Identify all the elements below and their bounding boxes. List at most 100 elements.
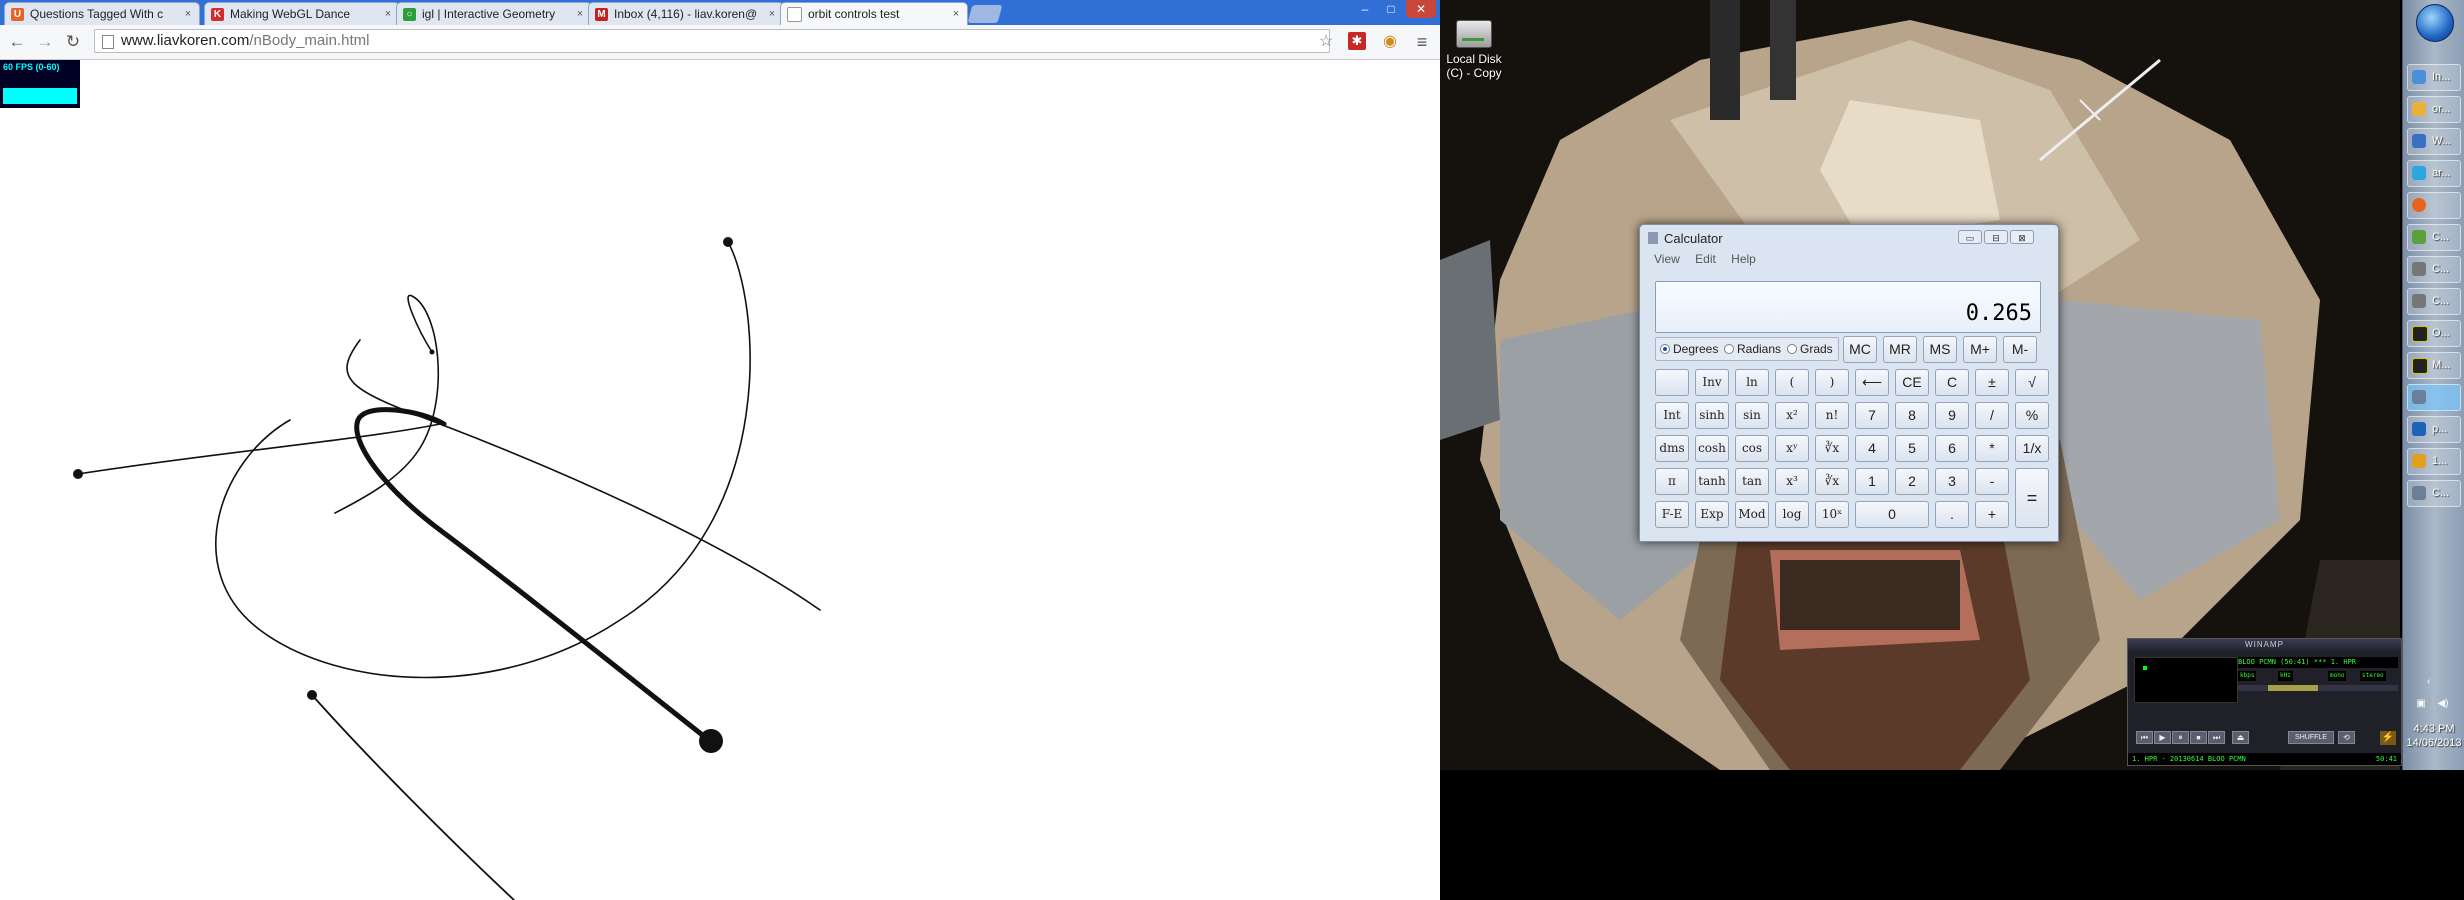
key-divide[interactable]: / (1975, 402, 2009, 429)
key-cube-root[interactable]: ∛x (1815, 468, 1849, 495)
clock[interactable]: 4:43 PM 14/06/2013 (2403, 722, 2464, 750)
close-window-button[interactable]: ✕ (1406, 0, 1436, 18)
taskbar-item[interactable]: or... (2407, 96, 2461, 123)
key-x-power-y[interactable]: xʸ (1775, 435, 1809, 462)
extension-red-icon[interactable]: ✱ (1348, 32, 1366, 50)
key-reciprocal[interactable]: 1/x (2015, 435, 2049, 462)
taskbar-item[interactable] (2407, 192, 2461, 219)
key-x-squared[interactable]: x² (1775, 402, 1809, 429)
key-exp[interactable]: Exp (1695, 501, 1729, 528)
taskbar-item[interactable]: 1... (2407, 448, 2461, 475)
next-track-button[interactable]: ⏭ (2208, 731, 2225, 744)
key-add[interactable]: + (1975, 501, 2009, 528)
tab-close-icon[interactable]: × (381, 8, 395, 20)
key-tanh[interactable]: tanh (1695, 468, 1729, 495)
play-button[interactable]: ▶ (2154, 731, 2171, 744)
calculator-close-button[interactable]: ⊠ (2010, 230, 2034, 244)
key-factorial[interactable]: n! (1815, 402, 1849, 429)
taskbar-item[interactable]: C... (2407, 256, 2461, 283)
calculator-minimize-button[interactable]: ▭ (1958, 230, 1982, 244)
key-mc[interactable]: MC (1843, 336, 1877, 363)
minimize-window-button[interactable]: – (1352, 0, 1378, 18)
key-1[interactable]: 1 (1855, 468, 1889, 495)
pause-button[interactable]: ⏸ (2172, 731, 2189, 744)
key-blank[interactable] (1655, 369, 1689, 396)
key-mr[interactable]: MR (1883, 336, 1917, 363)
calculator-title-bar[interactable]: Calculator (1648, 231, 1723, 246)
key-sin[interactable]: sin (1735, 402, 1769, 429)
calculator-maximize-button[interactable]: ⊟ (1984, 230, 2008, 244)
key-cosh[interactable]: cosh (1695, 435, 1729, 462)
key-ms[interactable]: MS (1923, 336, 1957, 363)
key-2[interactable]: 2 (1895, 468, 1929, 495)
key-5[interactable]: 5 (1895, 435, 1929, 462)
key-m-plus[interactable]: M+ (1963, 336, 1997, 363)
key-subtract[interactable]: - (1975, 468, 2009, 495)
back-button[interactable]: ← (6, 31, 28, 53)
volume-icon[interactable]: ◀) (2437, 698, 2449, 710)
key-multiply[interactable]: * (1975, 435, 2009, 462)
key-open-paren[interactable]: ( (1775, 369, 1809, 396)
key-dms[interactable]: dms (1655, 435, 1689, 462)
tab-close-icon[interactable]: × (765, 8, 779, 20)
key-ln[interactable]: ln (1735, 369, 1769, 396)
key-backspace[interactable]: ⟵ (1855, 369, 1889, 396)
tab-orbit-controls-test[interactable]: orbit controls test × (780, 2, 968, 25)
key-int[interactable]: Int (1655, 402, 1689, 429)
key-0[interactable]: 0 (1855, 501, 1929, 528)
menu-help[interactable]: Help (1731, 252, 1756, 266)
key-4[interactable]: 4 (1855, 435, 1889, 462)
key-7[interactable]: 7 (1855, 402, 1889, 429)
reload-button[interactable]: ↻ (62, 31, 84, 53)
key-ce[interactable]: CE (1895, 369, 1929, 396)
repeat-button[interactable]: ⟲ (2338, 731, 2355, 744)
extension-cookie-icon[interactable]: ◉ (1380, 32, 1400, 52)
key-equals[interactable]: = (2015, 468, 2049, 528)
tab-gmail-inbox[interactable]: M Inbox (4,116) - liav.koren@ × (588, 2, 784, 25)
winamp-lightning-icon[interactable]: ⚡ (2380, 731, 2396, 745)
taskbar-item[interactable]: W... (2407, 128, 2461, 155)
key-f-e[interactable]: F-E (1655, 501, 1689, 528)
network-icon[interactable]: ▣ (2415, 698, 2427, 710)
taskbar-item[interactable]: ar... (2407, 160, 2461, 187)
maximize-window-button[interactable]: □ (1378, 0, 1404, 18)
bookmark-star-icon[interactable]: ☆ (1316, 32, 1336, 52)
tab-close-icon[interactable]: × (181, 8, 195, 20)
tab-close-icon[interactable]: × (573, 8, 587, 20)
key-m-minus[interactable]: M- (2003, 336, 2037, 363)
key-6[interactable]: 6 (1935, 435, 1969, 462)
eject-button[interactable]: ⏏ (2232, 731, 2249, 744)
key-plus-minus[interactable]: ± (1975, 369, 2009, 396)
tab-making-webgl-dance[interactable]: K Making WebGL Dance × (204, 2, 400, 25)
key-9[interactable]: 9 (1935, 402, 1969, 429)
key-decimal[interactable]: . (1935, 501, 1969, 528)
tab-igl-interactive-geometry[interactable]: ○ igl | Interactive Geometry × (396, 2, 592, 25)
menu-edit[interactable]: Edit (1695, 252, 1716, 266)
tab-questions-tagged[interactable]: U Questions Tagged With c × (4, 2, 200, 25)
taskbar-item[interactable]: C... (2407, 224, 2461, 251)
taskbar-item[interactable]: p... (2407, 416, 2461, 443)
taskbar-item[interactable]: C... (2407, 288, 2461, 315)
taskbar-item[interactable]: In... (2407, 64, 2461, 91)
key-cos[interactable]: cos (1735, 435, 1769, 462)
key-sinh[interactable]: sinh (1695, 402, 1729, 429)
show-hidden-icons-arrow-icon[interactable]: ‹ (2427, 676, 2430, 687)
desktop-icon-local-disk[interactable]: Local Disk (C) - Copy (1446, 20, 1502, 80)
winamp-title-bar[interactable]: WINAMP (2128, 639, 2401, 651)
key-mod[interactable]: Mod (1735, 501, 1769, 528)
tab-close-icon[interactable]: × (949, 8, 963, 20)
key-8[interactable]: 8 (1895, 402, 1929, 429)
winamp-volume-balance-bar[interactable] (2238, 685, 2398, 691)
taskbar-item-calculator[interactable] (2407, 384, 2461, 411)
key-y-root-x[interactable]: ∛x (1815, 435, 1849, 462)
start-button-icon[interactable] (2416, 4, 2454, 42)
taskbar-item[interactable]: C... (2407, 480, 2461, 507)
chrome-menu-icon[interactable]: ≡ (1412, 32, 1432, 52)
page-viewport[interactable]: 60 FPS (0-60) (0, 60, 1440, 900)
shuffle-button[interactable]: SHUFFLE (2288, 731, 2334, 744)
key-log[interactable]: log (1775, 501, 1809, 528)
radio-radians[interactable]: Radians (1724, 342, 1781, 356)
address-bar[interactable]: www.liavkoren.com/nBody_main.html (94, 29, 1330, 53)
menu-view[interactable]: View (1654, 252, 1680, 266)
key-ten-power-x[interactable]: 10ˣ (1815, 501, 1849, 528)
